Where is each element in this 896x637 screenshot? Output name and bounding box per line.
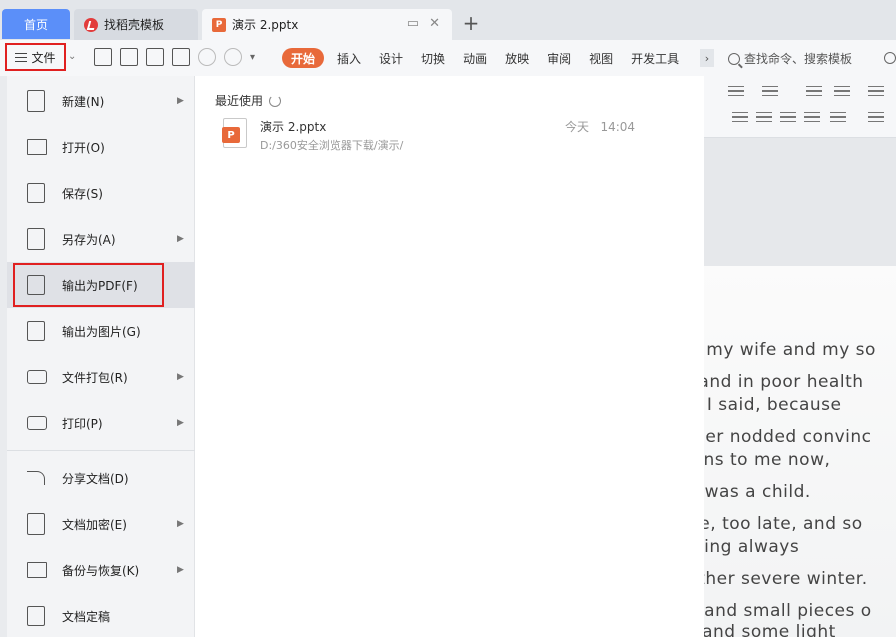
hamburger-icon [15, 52, 28, 62]
slide-text-line: ld and in poor health [704, 372, 864, 392]
bullet-list-icon[interactable] [728, 86, 744, 96]
ppt-file-icon: P [222, 118, 247, 148]
recent-panel: 最近使用 P 演示 2.pptx D:/360安全浏览器下载/演示/ 今天 14… [195, 76, 704, 637]
ribbon-tabs: 开始 插入 设计 切换 动画 放映 审阅 视图 开发工具 [282, 48, 688, 68]
slide-text-line: spring always [704, 537, 800, 557]
menu-item-share[interactable]: 分享文档(D) [7, 455, 195, 501]
ribbon-tab-design[interactable]: 设计 [370, 48, 412, 68]
chevron-right-icon: ▶ [177, 519, 184, 529]
customize-chevron-icon[interactable]: ▾ [250, 48, 260, 66]
file-time: 今天 14:04 [565, 120, 636, 134]
menu-item-finalize[interactable]: 文档定稿 [7, 593, 195, 637]
file-menu-button[interactable]: 文件 [5, 43, 66, 71]
ribbon-tab-review[interactable]: 审阅 [538, 48, 580, 68]
export-pdf-icon[interactable] [120, 48, 138, 66]
recent-file-item[interactable]: P 演示 2.pptx D:/360安全浏览器下载/演示/ 今天 14:04 [217, 114, 687, 154]
file-name: 演示 2.pptx [260, 120, 327, 134]
text-style-icon[interactable] [868, 86, 884, 96]
line-spacing-icon[interactable] [868, 112, 884, 122]
package-icon [27, 370, 47, 384]
pdf-export-icon [27, 275, 45, 295]
slide-text-line: n I was a child. [704, 482, 811, 502]
slide-text-line: ge and small pieces o [704, 601, 872, 621]
folder-icon [27, 139, 47, 155]
print-preview-icon[interactable] [172, 48, 190, 66]
docer-logo-icon [84, 17, 98, 32]
menu-item-open[interactable]: 打开(O) [7, 124, 195, 170]
numbered-list-icon[interactable] [762, 86, 778, 96]
window-icon[interactable]: ▭ [407, 16, 419, 31]
menu-divider [7, 450, 195, 451]
chevron-right-icon: ▶ [177, 418, 184, 428]
backup-icon [27, 562, 47, 578]
menu-item-save-as[interactable]: 另存为(A) ▶ [7, 216, 195, 262]
ribbon-tab-transitions[interactable]: 切换 [412, 48, 454, 68]
ribbon-tab-animations[interactable]: 动画 [454, 48, 496, 68]
slide-text-line: ay. I said, because [704, 395, 842, 415]
recent-title: 最近使用 [215, 92, 282, 109]
ribbon-tools [704, 76, 896, 138]
increase-indent-icon[interactable] [834, 86, 850, 96]
tab-template[interactable]: 找稻壳模板 [74, 9, 198, 40]
menu-item-print[interactable]: 打印(P) ▶ [7, 400, 195, 446]
ribbon-tab-insert[interactable]: 插入 [328, 48, 370, 68]
menu-item-export-image[interactable]: 输出为图片(G) [7, 308, 195, 354]
file-path: D:/360安全浏览器下载/演示/ [260, 139, 404, 152]
slide-text-line: er, my wife and my so [704, 340, 876, 360]
justify-icon[interactable] [804, 112, 820, 122]
decrease-indent-icon[interactable] [806, 86, 822, 96]
menu-item-backup[interactable]: 备份与恢复(K) ▶ [7, 547, 195, 593]
slide-text-line: stens to me now, [704, 450, 831, 470]
chevron-down-icon[interactable]: ⌄ [68, 51, 76, 62]
tab-bar: 首页 找稻壳模板 P 演示 2.pptx ▭ ✕ + [0, 0, 896, 40]
ribbon-scroll-right[interactable]: › [700, 49, 714, 67]
ribbon-tab-developer[interactable]: 开发工具 [622, 48, 688, 68]
slide-text-line: ck and some light [704, 622, 836, 637]
quick-access-toolbar: ▾ [94, 48, 260, 66]
slide-text-line: nother severe winter. [704, 569, 868, 589]
menu-item-package[interactable]: 文件打包(R) ▶ [7, 354, 195, 400]
command-search[interactable]: 查找命令、搜索模板 [728, 50, 852, 67]
ribbon-tab-view[interactable]: 视图 [580, 48, 622, 68]
save-icon [27, 183, 45, 203]
close-tab-icon[interactable]: ✕ [429, 16, 440, 31]
tab-home[interactable]: 首页 [2, 9, 70, 39]
new-tab-button[interactable]: + [460, 12, 482, 34]
image-export-icon [27, 321, 45, 341]
finalize-icon [27, 606, 45, 626]
print-icon[interactable] [146, 48, 164, 66]
slide-preview[interactable]: er, my wife and my so ld and in poor hea… [704, 266, 896, 637]
chevron-right-icon: ▶ [177, 372, 184, 382]
slide-text-line: late, too late, and so [704, 514, 863, 534]
ribbon-tab-slideshow[interactable]: 放映 [496, 48, 538, 68]
menu-item-encrypt[interactable]: 文档加密(E) ▶ [7, 501, 195, 547]
refresh-icon[interactable] [269, 94, 282, 107]
print-icon [27, 416, 47, 430]
ribbon-tab-home[interactable]: 开始 [282, 48, 325, 68]
ppt-icon: P [212, 17, 226, 32]
file-menu: 新建(N) ▶ 打开(O) 保存(S) 另存为(A) ▶ 输出为PDF(F) 输… [7, 76, 195, 637]
search-icon [728, 52, 740, 65]
main-toolbar: 文件 ⌄ ▾ 开始 插入 设计 切换 动画 放映 审阅 视图 开发工具 › 查找… [0, 40, 896, 76]
align-left-icon[interactable] [732, 112, 748, 122]
save-icon[interactable] [94, 48, 112, 66]
menu-item-new[interactable]: 新建(N) ▶ [7, 78, 195, 124]
share-icon[interactable] [884, 52, 896, 64]
chevron-right-icon: ▶ [177, 565, 184, 575]
tab-document[interactable]: P 演示 2.pptx ▭ ✕ [202, 9, 452, 40]
menu-item-export-pdf[interactable]: 输出为PDF(F) [7, 262, 195, 308]
distribute-icon[interactable] [830, 112, 846, 122]
align-center-icon[interactable] [756, 112, 772, 122]
slide-text-line: other nodded convinc [704, 427, 872, 447]
chevron-right-icon: ▶ [177, 234, 184, 244]
menu-item-save[interactable]: 保存(S) [7, 170, 195, 216]
new-icon [27, 90, 45, 112]
share-icon [27, 471, 45, 485]
align-right-icon[interactable] [780, 112, 796, 122]
undo-icon[interactable] [198, 48, 216, 66]
redo-icon[interactable] [224, 48, 242, 66]
chevron-right-icon: ▶ [177, 96, 184, 106]
save-as-icon [27, 228, 45, 250]
encrypt-icon [27, 513, 45, 535]
